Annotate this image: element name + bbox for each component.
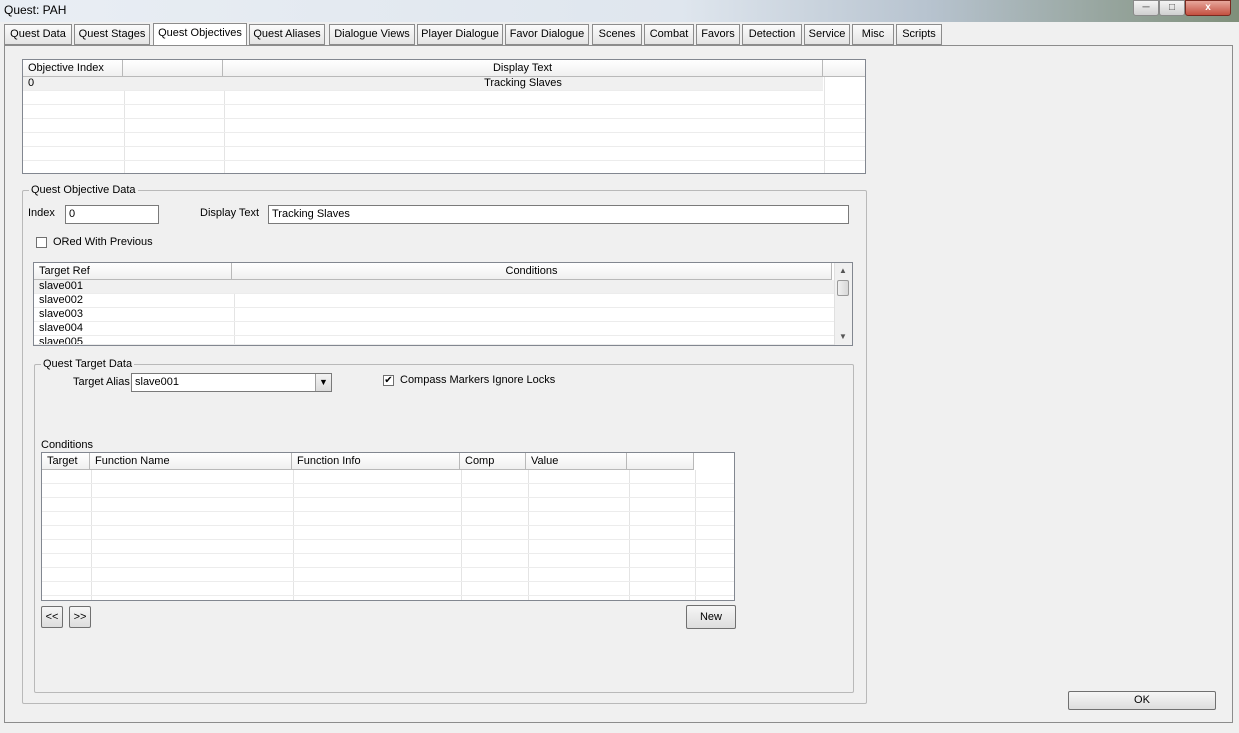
objectives-table[interactable]: Objective Index Display Text 0 Tracking …	[22, 59, 866, 174]
table-row[interactable]	[42, 470, 734, 484]
target-ref-cell: slave003	[39, 308, 84, 320]
scroll-thumb[interactable]	[837, 280, 849, 296]
compass-markers-label: Compass Markers Ignore Locks	[400, 374, 556, 386]
table-row[interactable]	[42, 540, 734, 554]
scroll-up-icon[interactable]: ▲	[835, 264, 851, 278]
targets-table[interactable]: Target Ref Conditions slave001 slave002 …	[33, 262, 853, 346]
tab-misc[interactable]: Misc	[852, 24, 894, 45]
ored-with-previous-label: ORed With Previous	[53, 236, 153, 248]
column-header-value[interactable]: Value	[526, 453, 627, 470]
tab-quest-aliases[interactable]: Quest Aliases	[249, 24, 325, 45]
ored-with-previous-checkbox[interactable]	[36, 237, 47, 248]
tab-combat[interactable]: Combat	[644, 24, 694, 45]
table-row[interactable]	[23, 161, 865, 173]
tab-quest-stages[interactable]: Quest Stages	[74, 24, 150, 45]
quest-objective-data-label: Quest Objective Data	[29, 184, 138, 196]
title-bar[interactable]: Quest: PAH ─ □ x	[0, 0, 1239, 22]
tab-favor-dialogue[interactable]: Favor Dialogue	[505, 24, 589, 45]
previous-button[interactable]: <<	[41, 606, 63, 628]
column-header-conditions[interactable]: Conditions	[232, 263, 832, 280]
table-row[interactable]	[42, 512, 734, 526]
maximize-button[interactable]: □	[1159, 0, 1185, 16]
tab-quest-objectives[interactable]: Quest Objectives	[153, 23, 247, 46]
column-header-display-text[interactable]: Display Text	[223, 60, 823, 77]
column-header-comp[interactable]: Comp	[460, 453, 526, 470]
table-row[interactable]: slave005	[34, 336, 835, 345]
column-header-objective-index[interactable]: Objective Index	[23, 60, 123, 77]
tab-panel: Objective Index Display Text 0 Tracking …	[4, 45, 1233, 723]
table-row[interactable]	[23, 147, 865, 161]
quest-target-data-label: Quest Target Data	[41, 358, 135, 370]
scroll-down-icon[interactable]: ▼	[835, 330, 851, 344]
column-header-extra[interactable]	[823, 60, 865, 77]
column-header-function-name[interactable]: Function Name	[90, 453, 292, 470]
table-row[interactable]	[23, 91, 865, 105]
maximize-icon: □	[1168, 2, 1176, 13]
target-alias-select[interactable]: slave001 ▼	[131, 373, 332, 392]
table-row[interactable]: slave003	[34, 308, 835, 322]
table-row[interactable]: slave001	[34, 280, 835, 294]
column-header-target-ref[interactable]: Target Ref	[34, 263, 232, 280]
conditions-label: Conditions	[41, 439, 93, 451]
minimize-icon: ─	[1142, 2, 1150, 13]
target-ref-cell: slave004	[39, 322, 84, 334]
close-icon: x	[1205, 2, 1211, 13]
new-condition-button[interactable]: New	[686, 605, 736, 629]
table-row[interactable]	[42, 498, 734, 512]
compass-markers-checkbox[interactable]: ✔	[383, 375, 394, 386]
table-row[interactable]	[42, 568, 734, 582]
tab-favors[interactable]: Favors	[696, 24, 740, 45]
tab-dialogue-views[interactable]: Dialogue Views	[329, 24, 415, 45]
table-row[interactable]	[42, 484, 734, 498]
tab-quest-data[interactable]: Quest Data	[4, 24, 72, 45]
targets-scrollbar[interactable]: ▲ ▼	[834, 263, 852, 345]
column-header-blank[interactable]	[123, 60, 223, 77]
column-header-extra[interactable]	[627, 453, 694, 470]
column-header-target[interactable]: Target	[42, 453, 90, 470]
index-input[interactable]: 0	[65, 205, 159, 224]
index-label: Index	[28, 207, 55, 219]
window-title: Quest: PAH	[4, 3, 67, 17]
display-text-input[interactable]: Tracking Slaves	[268, 205, 849, 224]
target-ref-cell: slave005	[39, 336, 84, 345]
target-ref-cell: slave002	[39, 294, 84, 306]
table-row[interactable]: slave004	[34, 322, 835, 336]
conditions-table[interactable]: Target Function Name Function Info Comp …	[41, 452, 735, 601]
table-row[interactable]: slave002	[34, 294, 835, 308]
minimize-button[interactable]: ─	[1133, 0, 1159, 16]
tab-player-dialogue[interactable]: Player Dialogue	[417, 24, 503, 45]
quest-window: Quest: PAH ─ □ x Quest Data Quest Stages…	[0, 0, 1239, 733]
table-row[interactable]	[42, 554, 734, 568]
display-text-cell: Tracking Slaves	[484, 77, 562, 89]
ok-button[interactable]: OK	[1068, 691, 1216, 710]
table-row[interactable]	[23, 119, 865, 133]
display-text-label: Display Text	[200, 207, 260, 219]
target-alias-value: slave001	[135, 376, 180, 388]
table-row[interactable]	[23, 133, 865, 147]
next-button[interactable]: >>	[69, 606, 91, 628]
tab-scripts[interactable]: Scripts	[896, 24, 942, 45]
column-header-function-info[interactable]: Function Info	[292, 453, 460, 470]
target-alias-label: Target Alias	[73, 376, 130, 388]
tab-service[interactable]: Service	[804, 24, 850, 45]
table-row[interactable]	[23, 105, 865, 119]
table-row[interactable]: 0 Tracking Slaves	[23, 77, 823, 91]
objective-index-cell: 0	[28, 77, 35, 89]
target-ref-cell: slave001	[39, 280, 84, 292]
tab-scenes[interactable]: Scenes	[592, 24, 642, 45]
table-row[interactable]	[42, 526, 734, 540]
table-row[interactable]	[42, 582, 734, 596]
chevron-down-icon[interactable]: ▼	[315, 374, 331, 391]
tab-detection[interactable]: Detection	[742, 24, 802, 45]
close-button[interactable]: x	[1185, 0, 1231, 16]
